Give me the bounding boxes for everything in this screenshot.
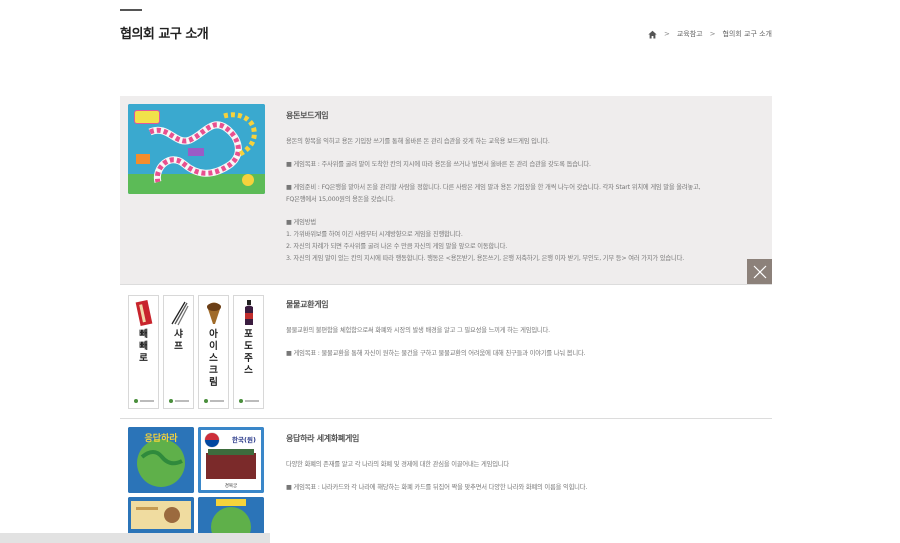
thumbnail: 빼빼로 샤프 아이스크림 포도주스: [120, 285, 280, 418]
pencils-icon: [170, 301, 189, 326]
korea-card-illustration: 한국(원) 경복궁: [198, 427, 264, 493]
association-logo: [238, 399, 259, 403]
barter-card: 샤프: [163, 295, 194, 409]
description-line: FQ은행에서 15,000원의 용돈을 갖습니다.: [286, 195, 395, 203]
juice-bottle-icon: [244, 300, 253, 325]
snack-box-icon: [135, 300, 152, 326]
list-item-board-game[interactable]: 용돈보드게임 용돈의 항목을 익히고 용돈 기입장 쓰기를 통해 올바른 돈 관…: [120, 96, 772, 285]
description-line: 1. 가위바위보를 하여 이긴 사람부터 시계방향으로 게임을 진행합니다.: [286, 230, 463, 238]
list-item-currency-game[interactable]: 응답하라 한국(원) 경복궁 응답하라 세계화폐게임 다양한 화폐의 존재를 알…: [120, 419, 772, 543]
item-content: 응답하라 세계화폐게임 다양한 화폐의 존재를 알고 각 나라의 화폐 및 경제…: [280, 419, 772, 543]
card-label: 빼빼로: [139, 329, 148, 364]
barter-cards-image: 빼빼로 샤프 아이스크림 포도주스: [128, 293, 272, 409]
title-accent-line: [120, 9, 142, 11]
country-card: 한국(원) 경복궁: [198, 427, 264, 493]
item-content: 용돈보드게임 용돈의 항목을 익히고 용돈 기입장 쓰기를 통해 올바른 돈 관…: [280, 96, 772, 284]
thumbnail: [120, 96, 280, 284]
description-line: ■ 게임목표 : 나라카드와 각 나라에 해당하는 화폐 카드를 뒤집어 짝을 …: [286, 483, 588, 491]
breadcrumb: > 교육참고 > 협의회 교구 소개: [648, 29, 772, 39]
barter-card: 아이스크림: [198, 295, 229, 409]
breadcrumb-separator: >: [663, 30, 670, 38]
breadcrumb-item-current[interactable]: 협의회 교구 소개: [722, 29, 772, 39]
thumbnail: 응답하라 한국(원) 경복궁: [120, 419, 280, 543]
ice-cream-icon: [206, 302, 221, 324]
thumb-logo-text: 응답하라: [144, 432, 178, 444]
description-paragraph: ■ 게임방법 1. 가위바위보를 하여 이긴 사람부터 시계방향으로 게임을 진…: [286, 217, 772, 265]
description-line: 3. 자신의 게임 말이 있는 칸의 지시에 따라 행동합니다. 행동은 <용돈…: [286, 254, 685, 262]
description-paragraph: ■ 게임목표 : 나라카드와 각 나라에 해당하는 화폐 카드를 뒤집어 짝을 …: [286, 482, 772, 494]
home-icon[interactable]: [648, 30, 657, 39]
description-paragraph: ■ 게임준비 : FQ은행을 맡아서 돈을 관리할 사람을 정합니다. 다른 사…: [286, 182, 772, 206]
game-box-art-2: [198, 497, 264, 537]
barter-card: 빼빼로: [128, 295, 159, 409]
item-description: 다양한 화폐의 존재를 알고 각 나라의 화폐 및 경제에 대한 관심을 이끌어…: [286, 459, 772, 494]
description-line: 용돈의 항목을 익히고 용돈 기입장 쓰기를 통해 올바른 돈 관리 습관을 갖…: [286, 138, 550, 145]
item-title: 용돈보드게임: [286, 111, 329, 120]
teaching-aids-list: 용돈보드게임 용돈의 항목을 익히고 용돈 기입장 쓰기를 통해 올바른 돈 관…: [120, 96, 772, 543]
description-line: ■ 게임방법: [286, 218, 316, 226]
place-caption: 경복궁: [225, 482, 237, 489]
barter-card: 포도주스: [233, 295, 264, 409]
description-paragraph: ■ 게임목표 : 주사위를 굴려 말이 도착한 칸의 지시에 따라 용돈을 쓰거…: [286, 159, 772, 171]
description-paragraph: 용돈의 항목을 익히고 용돈 기입장 쓰기를 통해 올바른 돈 관리 습관을 갖…: [286, 136, 772, 148]
item-description: 용돈의 항목을 익히고 용돈 기입장 쓰기를 통해 올바른 돈 관리 습관을 갖…: [286, 136, 772, 265]
board-game-logo: [134, 110, 160, 124]
banknote-illustration: [128, 497, 194, 537]
item-title: 응답하라 세계화폐게임: [286, 434, 360, 443]
description-paragraph: 물물교환의 불편함을 체험함으로써 화폐와 시장의 발생 배경을 알고 그 필요…: [286, 325, 772, 337]
globe-illustration: 응답하라: [128, 427, 194, 493]
currency-game-image: 응답하라 한국(원) 경복궁: [128, 427, 264, 537]
game-box-art: 응답하라: [128, 427, 194, 493]
card-label: 아이스크림: [209, 329, 218, 388]
horizontal-scrollbar[interactable]: [0, 533, 270, 543]
list-item-barter-game[interactable]: 빼빼로 샤프 아이스크림 포도주스 물물교환게임 물물교환의 불편함을 체험함으…: [120, 285, 772, 419]
country-card-text: 한국(원): [232, 435, 256, 444]
description-line: 다양한 화폐의 존재를 알고 각 나라의 화폐 및 경제에 대한 관심을 이끌어…: [286, 461, 509, 468]
breadcrumb-item-education[interactable]: 교육참고: [677, 29, 703, 39]
close-button[interactable]: [747, 259, 772, 284]
card-label: 샤프: [174, 329, 183, 352]
banknote-card: [128, 497, 194, 537]
page-title: 협의회 교구 소개: [120, 27, 209, 42]
close-icon: [753, 265, 766, 278]
item-description: 물물교환의 불편함을 체험함으로써 화폐와 시장의 발생 배경을 알고 그 필요…: [286, 325, 772, 360]
association-logo: [133, 399, 154, 403]
description-line: ■ 게임준비 : FQ은행을 맡아서 돈을 관리할 사람을 정합니다. 다른 사…: [286, 183, 701, 191]
card-label: 포도주스: [244, 329, 253, 376]
item-title: 물물교환게임: [286, 300, 329, 309]
description-paragraph: 다양한 화폐의 존재를 알고 각 나라의 화폐 및 경제에 대한 관심을 이끌어…: [286, 459, 772, 471]
description-line: 물물교환의 불편함을 체험함으로써 화폐와 시장의 발생 배경을 알고 그 필요…: [286, 327, 550, 334]
description-line: ■ 게임목표 : 물물교환을 통해 자신이 원하는 물건을 구하고 물물교환의 …: [286, 349, 586, 357]
description-paragraph: ■ 게임목표 : 물물교환을 통해 자신이 원하는 물건을 구하고 물물교환의 …: [286, 348, 772, 360]
breadcrumb-separator: >: [709, 30, 716, 38]
description-line: 2. 자신의 차례가 되면 주사위를 굴려 나온 수 만큼 자신의 게임 말을 …: [286, 242, 507, 250]
association-logo: [203, 399, 224, 403]
association-logo: [168, 399, 189, 403]
description-line: ■ 게임목표 : 주사위를 굴려 말이 도착한 칸의 지시에 따라 용돈을 쓰거…: [286, 160, 591, 168]
item-content: 물물교환게임 물물교환의 불편함을 체험함으로써 화폐와 시장의 발생 배경을 …: [280, 285, 772, 418]
board-game-image: [128, 104, 265, 194]
globe-illustration-2: [198, 497, 264, 537]
